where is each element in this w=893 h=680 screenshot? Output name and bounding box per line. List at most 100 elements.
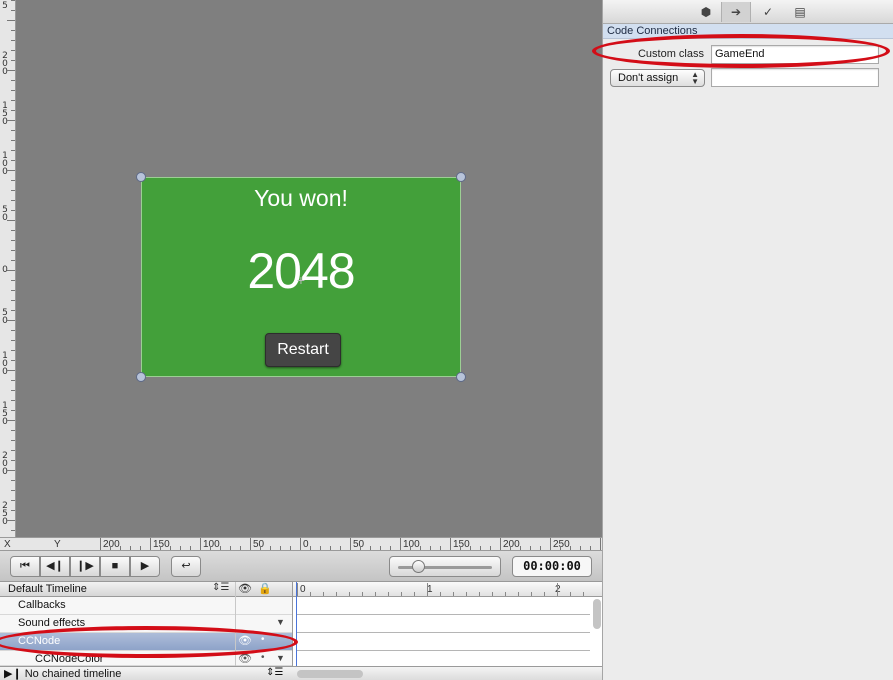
ruler-tick bbox=[280, 546, 281, 550]
ruler-tick bbox=[11, 390, 15, 391]
ruler-tick bbox=[550, 538, 551, 550]
ruler-tick bbox=[11, 40, 15, 41]
ruler-tick bbox=[7, 170, 15, 171]
ruler-tick bbox=[210, 546, 211, 550]
timeline-panel: Default Timeline ⇕☰ 👁 🔒 Callbacks Sound … bbox=[0, 582, 602, 680]
resize-handle-top-right[interactable] bbox=[456, 172, 466, 182]
time-tick bbox=[349, 592, 350, 596]
ruler-label: 150 bbox=[153, 539, 170, 550]
code-connections-header: Code Connections bbox=[603, 24, 893, 39]
visibility-eye-icon[interactable]: 👁 bbox=[238, 652, 252, 665]
ruler-tick bbox=[140, 546, 141, 550]
time-tick bbox=[375, 592, 376, 596]
lock-dot-icon[interactable]: • bbox=[261, 652, 265, 663]
play-button[interactable]: ▶ bbox=[130, 556, 160, 577]
row-label: CCNode bbox=[18, 635, 61, 647]
assign-popup-label: Don't assign bbox=[618, 72, 679, 84]
playhead[interactable] bbox=[296, 582, 297, 666]
timeline-zoom-slider[interactable] bbox=[389, 556, 501, 577]
ruler-tick bbox=[7, 120, 15, 121]
restart-button[interactable]: Restart bbox=[265, 333, 341, 367]
ruler-tick bbox=[130, 546, 131, 550]
chained-timeline-label: No chained timeline bbox=[24, 668, 122, 680]
ruler-tick bbox=[460, 546, 461, 550]
game-end-node[interactable]: You won! 2048 + Restart bbox=[141, 177, 461, 377]
ruler-tick bbox=[11, 130, 15, 131]
resize-handle-bottom-right[interactable] bbox=[456, 372, 466, 382]
timeline-header: Default Timeline ⇕☰ 👁 🔒 bbox=[0, 582, 292, 597]
time-tick bbox=[505, 592, 506, 596]
ruler-tick bbox=[11, 400, 15, 401]
ruler-tick bbox=[7, 420, 15, 421]
time-tick bbox=[544, 592, 545, 596]
timeline-menu-icon[interactable]: ⇕☰ bbox=[212, 582, 229, 593]
ruler-tick bbox=[11, 450, 15, 451]
ruler-tick bbox=[7, 20, 15, 21]
expand-triangle-icon[interactable]: ▼ bbox=[276, 617, 285, 627]
ruler-tick bbox=[11, 290, 15, 291]
time-tick bbox=[570, 592, 571, 596]
timeline-row-sound-effects[interactable]: Sound effects ▼ bbox=[0, 615, 292, 633]
ruler-label: 100 bbox=[2, 351, 8, 377]
expand-triangle-icon[interactable]: ▼ bbox=[276, 653, 285, 663]
loop-button[interactable]: ↩ bbox=[171, 556, 201, 577]
row-label: CCNodeColor bbox=[35, 653, 104, 665]
inspector-panel: ⬢ ➔ ✓ ▤ Code Connections Custom class Ga… bbox=[602, 0, 893, 680]
step-back-button[interactable]: ◀❙ bbox=[40, 556, 70, 577]
ruler-tick bbox=[11, 240, 15, 241]
ruler-label: 200 bbox=[2, 451, 8, 477]
ruler-label: 50 bbox=[2, 308, 8, 326]
keyframe-area[interactable]: 0 1 2 bbox=[292, 582, 602, 666]
ruler-tick bbox=[170, 546, 171, 550]
ruler-label: 200 bbox=[103, 539, 120, 550]
time-tick bbox=[427, 583, 428, 596]
horizontal-scrollbar[interactable] bbox=[297, 670, 363, 678]
time-tick bbox=[440, 592, 441, 596]
timeline-row-callbacks[interactable]: Callbacks bbox=[0, 597, 292, 615]
ruler-tick bbox=[7, 320, 15, 321]
slider-knob[interactable] bbox=[412, 560, 425, 573]
time-tick bbox=[492, 592, 493, 596]
ruler-tick bbox=[370, 546, 371, 550]
visibility-header-icon: 👁 bbox=[238, 583, 252, 595]
visibility-eye-icon[interactable]: 👁 bbox=[238, 634, 252, 647]
resize-handle-bottom-left[interactable] bbox=[136, 372, 146, 382]
lock-dot-icon[interactable]: • bbox=[261, 634, 265, 645]
stop-button[interactable]: ■ bbox=[100, 556, 130, 577]
ruler-tick bbox=[260, 546, 261, 550]
lock-header-icon: 🔒 bbox=[258, 583, 272, 595]
ruler-tick bbox=[220, 546, 221, 550]
item-properties-tab-icon[interactable]: ⬢ bbox=[691, 2, 721, 22]
chained-timeline-select[interactable]: ▶❙ No chained timeline bbox=[4, 667, 121, 680]
scene-canvas[interactable]: You won! 2048 + Restart bbox=[16, 0, 602, 537]
ruler-label: 150 bbox=[2, 401, 8, 427]
ruler-tick bbox=[11, 530, 15, 531]
timeline-row-ccnode[interactable]: CCNode 👁 • bbox=[0, 633, 292, 651]
first-frame-button[interactable]: ⏮ bbox=[10, 556, 40, 577]
ruler-label: 50 bbox=[353, 539, 365, 550]
ruler-tick bbox=[11, 340, 15, 341]
physics-tab-icon[interactable]: ✓ bbox=[753, 2, 783, 22]
vertical-scrollbar[interactable] bbox=[593, 599, 601, 629]
assign-variable-field[interactable] bbox=[711, 68, 879, 87]
code-connections-tab-icon[interactable]: ➔ bbox=[721, 2, 751, 22]
ruler-label: 250 bbox=[2, 501, 8, 527]
ruler-tick bbox=[11, 500, 15, 501]
ruler-tick bbox=[11, 80, 15, 81]
assign-popup-button[interactable]: Don't assign ▲ ▼ bbox=[610, 69, 705, 87]
ruler-tick bbox=[11, 10, 15, 11]
step-forward-button[interactable]: ❙▶ bbox=[70, 556, 100, 577]
custom-class-field[interactable]: GameEnd bbox=[711, 45, 879, 64]
ruler-tick bbox=[510, 546, 511, 550]
templates-tab-icon[interactable]: ▤ bbox=[785, 2, 815, 22]
resize-handle-top-left[interactable] bbox=[136, 172, 146, 182]
ruler-label: 100 bbox=[2, 151, 8, 177]
ruler-tick bbox=[470, 546, 471, 550]
ruler-tick bbox=[530, 546, 531, 550]
timeline-row-ccnodecolor[interactable]: CCNodeColor 👁 • ▼ bbox=[0, 651, 292, 666]
ruler-tick bbox=[560, 546, 561, 550]
chained-timeline-arrows-icon[interactable]: ⇕☰ bbox=[266, 667, 283, 678]
ruler-tick bbox=[11, 410, 15, 411]
ruler-tick bbox=[230, 546, 231, 550]
ruler-label: 150 bbox=[453, 539, 470, 550]
